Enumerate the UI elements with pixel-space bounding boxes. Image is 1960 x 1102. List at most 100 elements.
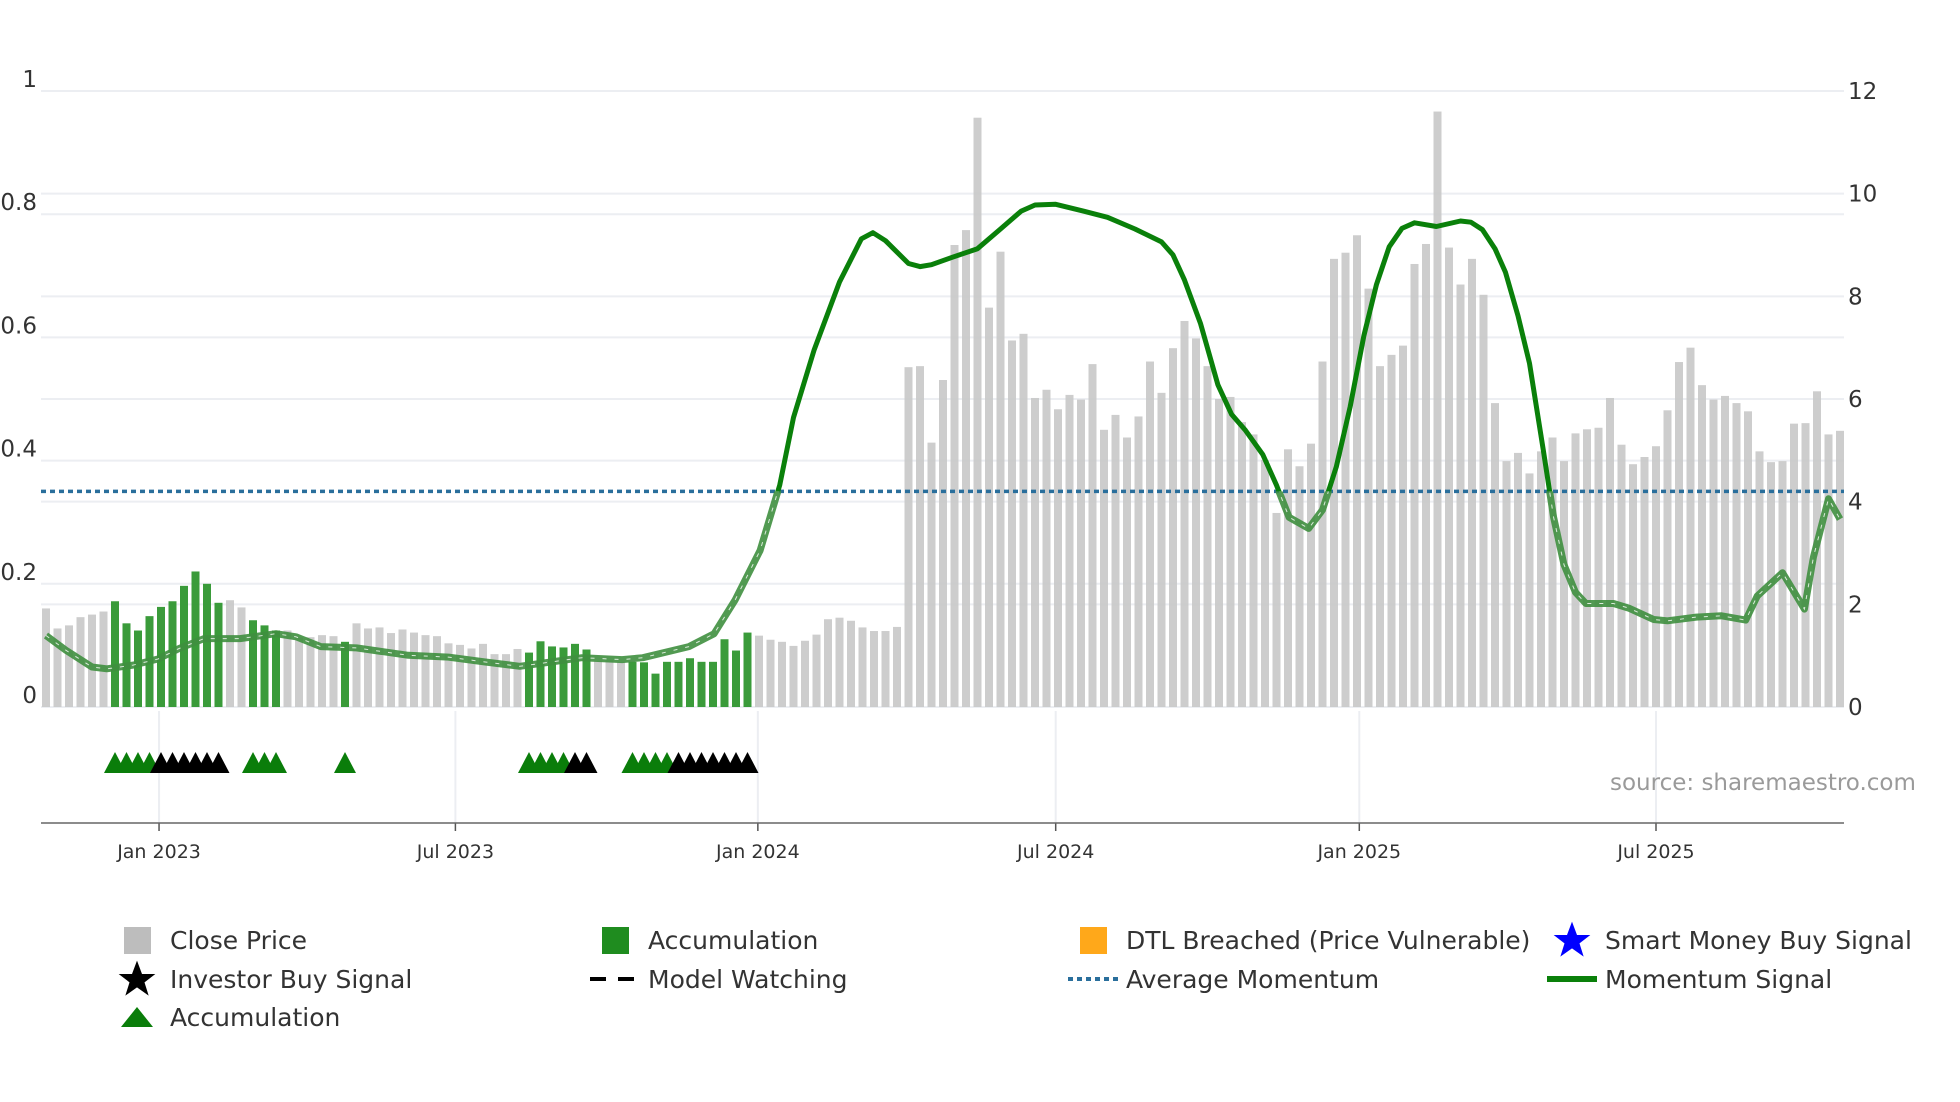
close-price-bar	[904, 367, 913, 707]
close-price-bar	[1744, 411, 1752, 707]
close-price-bar	[858, 627, 867, 707]
close-price-bar	[1042, 389, 1051, 707]
close-price-bar	[1675, 362, 1683, 707]
close-price-bar	[1652, 446, 1660, 707]
accumulation-bar	[674, 661, 683, 707]
accumulation-bar	[525, 652, 533, 707]
close-price-bar	[65, 625, 73, 707]
close-price-bar	[1640, 457, 1649, 707]
close-price-bar	[870, 631, 878, 707]
close-price-bar	[1456, 284, 1465, 707]
close-price-bar	[410, 632, 418, 707]
close-price-bar	[1226, 396, 1235, 707]
close-price-bar	[1502, 461, 1511, 707]
accumulation-bar	[686, 658, 694, 707]
accumulation-triangle	[334, 752, 356, 773]
close-price-bar	[1249, 434, 1258, 707]
close-price-bar	[927, 442, 936, 707]
right-tick-label: 4	[1848, 490, 1863, 516]
close-price-bar	[1560, 461, 1568, 707]
accumulation-bar	[272, 630, 280, 707]
accumulation-bar	[743, 632, 752, 707]
left-tick-label: 0.4	[0, 437, 37, 463]
close-price-bar	[824, 619, 832, 707]
close-price-bars	[42, 111, 1844, 708]
close-price-bar	[1353, 235, 1361, 707]
close-price-bar	[812, 634, 821, 707]
right-tick-label: 0	[1848, 695, 1863, 721]
accumulation-bar	[111, 601, 119, 707]
close-price-bar	[1721, 395, 1729, 707]
accumulation-bar	[663, 661, 671, 707]
close-price-bar	[364, 628, 372, 707]
close-price-bar	[1019, 333, 1028, 707]
close-price-bar	[1318, 361, 1327, 707]
close-price-bar	[801, 640, 809, 707]
close-price-bar	[42, 608, 50, 707]
close-price-bar	[835, 617, 844, 707]
momentum-chart: 00.20.40.60.81024681012Jan 2023 Jul 2023 J…	[0, 67, 1877, 863]
close-price-bar	[1571, 433, 1580, 707]
close-price-bar	[1617, 444, 1626, 707]
close-price-bar	[1215, 399, 1223, 707]
close-price-bar	[755, 635, 763, 707]
close-price-bar	[1134, 416, 1143, 707]
close-price-bar	[88, 614, 96, 707]
close-price-bar	[387, 633, 395, 707]
close-price-bar	[1284, 449, 1292, 707]
x-tick-label: Jul 2024	[1016, 841, 1094, 863]
close-price-bar	[1364, 288, 1373, 707]
x-tick-label: Jan 2023	[116, 841, 201, 863]
right-tick-label: 2	[1848, 592, 1863, 618]
close-price-bar	[1008, 340, 1016, 707]
close-price-bar	[1031, 397, 1039, 707]
close-price-bar	[973, 117, 982, 707]
close-price-bar	[1100, 429, 1108, 707]
close-price-bar	[916, 366, 924, 707]
left-tick-label: 1	[22, 67, 37, 93]
close-price-bar	[766, 639, 775, 707]
accumulation-bar	[720, 639, 729, 707]
close-price-bar	[433, 636, 441, 707]
accumulation-bar	[548, 646, 556, 707]
close-price-bar	[513, 648, 522, 707]
accumulation-bar	[697, 661, 706, 707]
right-tick-label: 8	[1848, 284, 1863, 310]
close-price-bar	[1146, 361, 1154, 707]
close-price-bar	[996, 251, 1005, 707]
close-price-bar	[847, 620, 855, 707]
close-price-bar	[444, 643, 453, 707]
close-price-bar	[456, 644, 464, 707]
close-price-bar	[226, 600, 234, 707]
close-price-bar	[893, 626, 901, 707]
right-tick-label: 6	[1848, 387, 1863, 413]
close-price-bar	[1479, 294, 1488, 707]
close-price-bar	[1824, 434, 1833, 707]
accumulation-bar	[214, 602, 223, 707]
close-price-bar	[962, 230, 970, 707]
accumulation-bar	[571, 643, 579, 707]
left-tick-label: 0.8	[0, 190, 37, 216]
close-price-bar	[605, 660, 614, 707]
close-price-bar	[778, 641, 786, 707]
accumulation-bar	[628, 661, 637, 707]
close-price-bar	[1341, 252, 1350, 707]
close-price-bar	[1801, 423, 1810, 707]
accumulation-bar	[651, 673, 660, 707]
close-price-bar	[1790, 423, 1798, 707]
close-price-bar	[237, 607, 246, 707]
close-price-bar	[1422, 243, 1430, 707]
close-price-bar	[939, 380, 947, 707]
close-price-bar	[1686, 347, 1695, 707]
close-price-bar	[1433, 111, 1442, 708]
close-price-bar	[985, 307, 993, 707]
close-price-bar	[881, 631, 890, 707]
close-price-bar	[352, 623, 361, 707]
close-price-bar	[1192, 338, 1200, 707]
right-tick-label: 12	[1848, 79, 1877, 105]
close-price-bar	[1468, 258, 1476, 707]
close-price-bar	[1169, 348, 1177, 707]
close-price-bar	[1399, 345, 1407, 707]
close-price-bar	[1261, 460, 1269, 707]
left-tick-label: 0.2	[0, 560, 37, 586]
